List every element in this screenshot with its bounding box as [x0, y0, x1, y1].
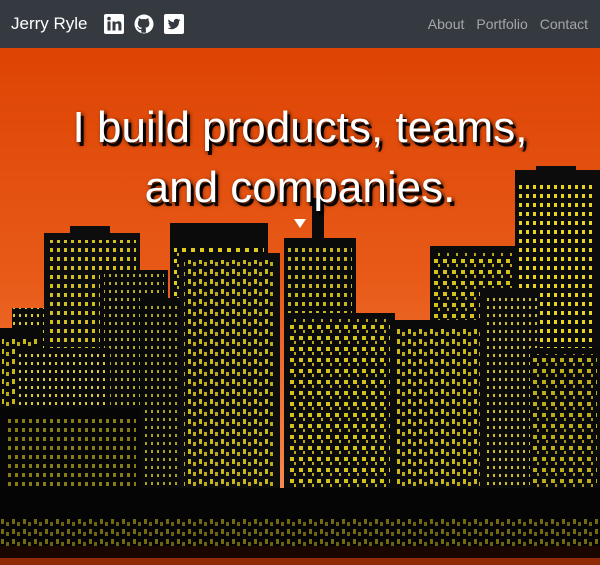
twitter-link[interactable] [163, 14, 184, 34]
navbar: Jerry Ryle About Portfolio Contact [0, 0, 600, 48]
headline-line-2: and companies. [144, 163, 456, 212]
nav-links: About Portfolio Contact [428, 16, 588, 32]
nav-contact[interactable]: Contact [540, 16, 588, 32]
hero: I build products, teams, and companies. [0, 48, 600, 565]
caret-down-icon[interactable] [294, 219, 306, 228]
nav-portfolio[interactable]: Portfolio [476, 16, 527, 32]
github-link[interactable] [134, 14, 154, 34]
brand-link[interactable]: Jerry Ryle [11, 14, 88, 34]
hero-headline: I build products, teams, and companies. [0, 98, 600, 218]
linkedin-link[interactable] [103, 14, 124, 34]
twitter-icon [163, 14, 184, 34]
github-icon [134, 14, 154, 34]
headline-line-1: I build products, teams, [72, 103, 528, 152]
social-links [103, 14, 184, 34]
nav-about[interactable]: About [428, 16, 465, 32]
linkedin-icon [103, 14, 124, 34]
